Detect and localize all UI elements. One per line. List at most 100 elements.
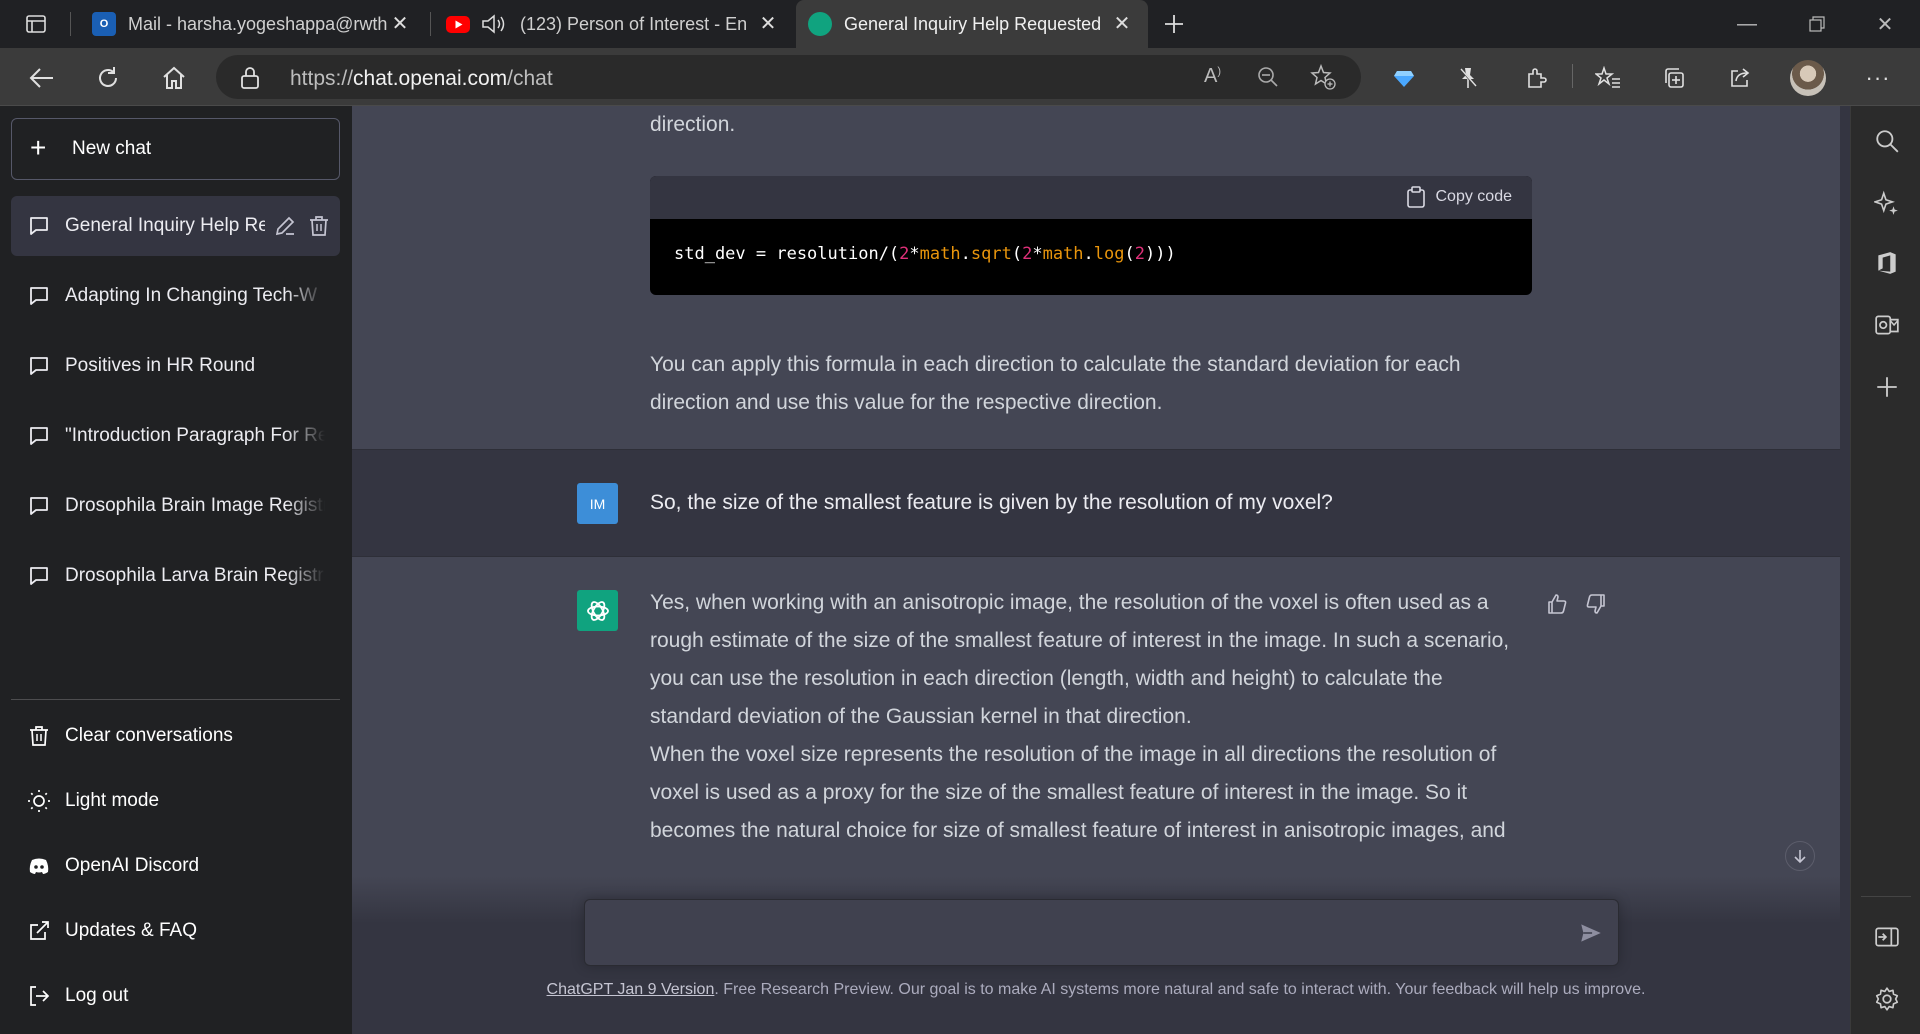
send-icon[interactable] <box>1578 920 1604 946</box>
url-text[interactable]: https://chat.openai.com/chat <box>290 67 553 91</box>
discover-sparkle-icon[interactable] <box>1874 190 1900 216</box>
conversation-item[interactable]: Drosophila Larva Brain Registra <box>11 546 340 606</box>
minimize-icon[interactable]: — <box>1712 0 1782 48</box>
hide-sidebar-icon[interactable] <box>1874 924 1900 950</box>
lock-icon[interactable] <box>240 66 260 95</box>
settings-gear-icon[interactable] <box>1874 986 1900 1012</box>
zoom-out-icon[interactable] <box>1256 65 1280 94</box>
tab-separator <box>430 12 431 36</box>
tab-title: (123) Person of Interest - En <box>520 13 748 34</box>
updates-faq-link[interactable]: Updates & FAQ <box>11 903 340 959</box>
conversation-label: "Introduction Paragraph For Re <box>65 425 325 446</box>
extension-pin-icon[interactable] <box>1448 58 1488 98</box>
scroll-to-bottom-button[interactable] <box>1785 841 1815 871</box>
code-block-header: Copy code <box>650 176 1532 219</box>
tab-title: Mail - harsha.yogeshappa@rwth <box>128 13 388 34</box>
office-icon[interactable] <box>1874 250 1900 276</box>
code-token: log <box>1093 244 1125 264</box>
version-link[interactable]: ChatGPT Jan 9 Version <box>547 981 715 998</box>
speaker-icon[interactable] <box>480 12 508 36</box>
url-host: chat.openai.com <box>353 67 508 90</box>
code-token: math <box>1042 244 1084 264</box>
tab-separator <box>70 12 71 36</box>
profile-avatar[interactable] <box>1788 58 1828 98</box>
code-line: std_dev = resolution/(2*math.sqrt(2*math… <box>674 244 1176 264</box>
share-icon[interactable] <box>1720 58 1760 98</box>
footer-text: . Free Research Preview. Our goal is to … <box>714 981 1646 998</box>
message-input[interactable] <box>603 918 1543 948</box>
close-tab-icon[interactable]: ✕ <box>388 12 412 36</box>
outlook-sidebar-icon[interactable] <box>1874 312 1900 338</box>
code-token: * <box>909 244 920 264</box>
external-link-icon <box>30 921 49 940</box>
plus-icon: + <box>30 132 47 163</box>
code-token: ( <box>1011 244 1023 264</box>
new-tab-icon[interactable] <box>1154 4 1194 44</box>
new-chat-button[interactable]: + New chat <box>11 118 340 180</box>
clear-conversations-button[interactable]: Clear conversations <box>11 708 340 764</box>
close-tab-icon[interactable]: ✕ <box>1110 12 1134 36</box>
tab-actions-icon[interactable] <box>16 4 56 44</box>
chatgpt-favicon-icon <box>808 12 832 36</box>
thumbs-up-icon[interactable] <box>1545 592 1569 616</box>
close-tab-icon[interactable]: ✕ <box>756 12 780 36</box>
new-chat-label: New chat <box>72 138 152 159</box>
copy-code-label: Copy code <box>1435 188 1513 205</box>
extensions-icon[interactable] <box>1516 58 1556 98</box>
delete-icon[interactable] <box>307 214 331 238</box>
extension-diamond-icon[interactable] <box>1384 58 1424 98</box>
code-token: 2 <box>899 244 910 264</box>
conversation-item[interactable]: Adapting In Changing Tech-W <box>11 266 340 326</box>
conversation-item[interactable]: "Introduction Paragraph For Re <box>11 406 340 466</box>
thumbs-down-icon[interactable] <box>1584 592 1608 616</box>
trash-icon <box>30 726 48 746</box>
openai-discord-link[interactable]: OpenAI Discord <box>11 838 340 894</box>
conversation-label: Positives in HR Round <box>65 355 256 376</box>
tab-mail[interactable]: O Mail - harsha.yogeshappa@rwth ✕ <box>78 0 426 48</box>
tab-chatgpt[interactable]: General Inquiry Help Requested ✕ <box>796 0 1148 48</box>
browser-toolbar: https://chat.openai.com/chat A) ··· <box>0 48 1920 106</box>
code-token: . <box>960 244 971 264</box>
conversation-item[interactable]: Drosophila Brain Image Registr <box>11 476 340 536</box>
more-options-icon[interactable]: ··· <box>1858 58 1898 98</box>
assistant-text: You can apply this formula in each direc… <box>650 353 1461 414</box>
chat-bubble-icon <box>30 287 48 305</box>
add-favorite-icon[interactable] <box>1310 63 1336 95</box>
code-token: 2 <box>1022 244 1033 264</box>
refresh-icon[interactable] <box>88 58 128 98</box>
sidebar-divider <box>11 699 340 700</box>
code-token: * <box>1032 244 1043 264</box>
light-mode-button[interactable]: Light mode <box>11 773 340 829</box>
conversation-item-active[interactable]: General Inquiry Help Re <box>11 196 340 256</box>
menu-label: Clear conversations <box>65 725 233 746</box>
chat-bubble-icon <box>30 567 48 585</box>
copy-code-button[interactable]: Copy code <box>1406 186 1513 208</box>
logout-icon <box>30 986 50 1006</box>
edit-icon[interactable] <box>273 214 297 238</box>
sun-icon <box>28 790 50 812</box>
tab-youtube[interactable]: (123) Person of Interest - En ✕ <box>434 0 794 48</box>
favorites-icon[interactable] <box>1588 58 1628 98</box>
read-aloud-icon[interactable]: A) <box>1204 65 1221 88</box>
code-token: . <box>1083 244 1094 264</box>
restore-icon[interactable] <box>1782 0 1852 48</box>
youtube-icon <box>446 15 470 33</box>
discord-icon <box>29 858 49 874</box>
message-composer[interactable] <box>584 899 1619 966</box>
conversation-label: General Inquiry Help Re <box>65 215 265 236</box>
chat-bubble-icon <box>30 427 48 445</box>
menu-label: Updates & FAQ <box>65 920 198 941</box>
back-icon[interactable] <box>22 58 62 98</box>
close-window-icon[interactable]: ✕ <box>1850 0 1920 48</box>
log-out-button[interactable]: Log out <box>11 968 340 1024</box>
edge-sidebar-divider <box>1861 896 1911 897</box>
conversation-item[interactable]: Positives in HR Round <box>11 336 340 396</box>
collections-icon[interactable] <box>1654 58 1694 98</box>
search-icon[interactable] <box>1874 128 1900 154</box>
code-token: ( <box>1124 244 1135 264</box>
add-sidebar-app-icon[interactable] <box>1874 374 1900 400</box>
chat-main: direction. Copy code std_dev = resolutio… <box>352 106 1840 1034</box>
home-icon[interactable] <box>154 58 194 98</box>
arrow-down-icon <box>1794 850 1806 864</box>
address-bar[interactable]: https://chat.openai.com/chat A) <box>216 55 1361 99</box>
